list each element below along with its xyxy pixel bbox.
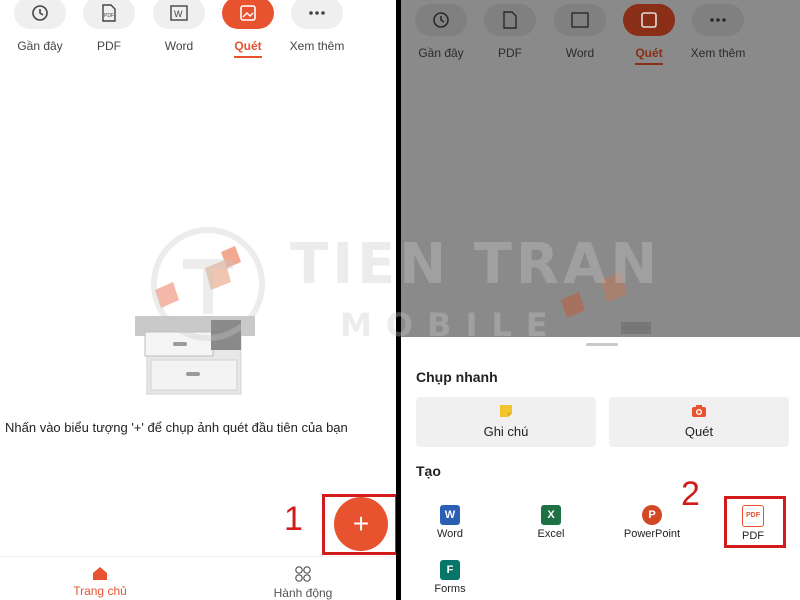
create-item-label: Forms — [434, 583, 466, 595]
word-icon: W — [153, 0, 205, 29]
tab-label: PDF — [97, 39, 121, 53]
quick-note-button[interactable]: Ghi chú — [416, 397, 596, 447]
annotation-step-2: 2 — [681, 475, 700, 513]
tab-label: Gần đây — [17, 39, 63, 53]
tab-label: PDF — [498, 46, 522, 60]
create-excel-item[interactable]: X Excel — [511, 505, 591, 540]
create-item-label: PowerPoint — [623, 528, 681, 540]
tab-label: Quét — [234, 39, 262, 53]
create-word-item[interactable]: W Word — [410, 505, 490, 540]
tab-scan[interactable]: Quét — [210, 0, 286, 58]
camera-icon — [692, 405, 706, 417]
nav-label: Hành động — [273, 586, 333, 600]
create-heading: Tạo — [416, 463, 441, 479]
tab-label: Xem thêm — [289, 39, 345, 53]
sticky-note-icon — [500, 405, 512, 417]
tab-pdf: PDF — [472, 4, 548, 60]
actions-icon — [295, 566, 311, 582]
tab-more: Xem thêm — [680, 4, 756, 60]
empty-state-message: Nhấn vào biểu tượng '+' để chụp ảnh quét… — [5, 420, 348, 435]
create-item-label: Excel — [537, 528, 565, 540]
quick-scan-button[interactable]: Quét — [609, 397, 789, 447]
quick-capture-heading: Chụp nhanh — [416, 369, 498, 385]
forms-app-icon: F — [440, 560, 460, 580]
tab-recent[interactable]: Gần đây — [2, 0, 78, 53]
svg-text:W: W — [174, 9, 183, 19]
sheet-drag-handle[interactable] — [586, 343, 618, 346]
top-tabs-dimmed: Gần đây PDF Word Quét Xem thêm — [401, 4, 800, 67]
tab-recent: Gần đây — [403, 4, 479, 60]
bottom-navigation: Trang chủ Hành động — [0, 556, 396, 600]
active-tab-indicator — [234, 56, 262, 58]
annotation-step-1: 1 — [284, 500, 303, 538]
excel-app-icon: X — [541, 505, 561, 525]
nav-label: Trang chủ — [73, 584, 127, 598]
scan-image-icon — [222, 0, 274, 29]
tab-label: Gần đây — [418, 46, 464, 60]
tab-label: Word — [164, 39, 194, 53]
tab-label: Xem thêm — [690, 46, 746, 60]
dimmed-background[interactable]: Gần đây PDF Word Quét Xem thêm — [401, 0, 800, 337]
powerpoint-app-icon: P — [642, 505, 662, 525]
tab-more[interactable]: Xem thêm — [279, 0, 355, 53]
tab-label: Quét — [635, 46, 663, 60]
quick-scan-label: Quét — [684, 424, 714, 439]
more-icon — [692, 4, 744, 36]
nav-home[interactable]: Trang chủ — [40, 565, 160, 598]
clock-icon — [14, 0, 66, 29]
tab-word: Word — [542, 4, 618, 60]
tab-pdf[interactable]: PDF PDF — [71, 0, 147, 53]
more-icon — [291, 0, 343, 29]
word-icon — [554, 4, 606, 36]
right-screen: Gần đây PDF Word Quét Xem thêm Chụp nhan… — [401, 0, 800, 600]
create-forms-item[interactable]: F Forms — [410, 560, 490, 595]
active-tab-indicator — [635, 63, 663, 65]
tab-scan: Quét — [611, 4, 687, 65]
nav-actions[interactable]: Hành động — [243, 565, 363, 600]
create-item-label: Word — [436, 528, 464, 540]
home-icon — [93, 567, 107, 580]
tab-label: Word — [565, 46, 595, 60]
empty-drawer-illustration — [135, 246, 255, 395]
left-screen: Gần đây PDF PDF W Word Quét Xem thêm Nhấ… — [0, 0, 396, 600]
create-powerpoint-item[interactable]: P PowerPoint — [612, 505, 692, 540]
create-bottom-sheet: Chụp nhanh Ghi chú Quét Tạo W Word X Exc… — [401, 337, 800, 600]
dimmed-illustration — [561, 272, 651, 334]
top-tabs: Gần đây PDF PDF W Word Quét Xem thêm — [0, 0, 396, 60]
svg-text:PDF: PDF — [104, 13, 114, 19]
word-app-icon: W — [440, 505, 460, 525]
annotation-box-2 — [724, 496, 786, 548]
pdf-icon: PDF — [83, 0, 135, 29]
pdf-icon — [484, 4, 536, 36]
annotation-box-1 — [322, 494, 396, 555]
clock-icon — [415, 4, 467, 36]
scan-image-icon — [623, 4, 675, 36]
tab-word[interactable]: W Word — [141, 0, 217, 53]
quick-note-label: Ghi chú — [483, 424, 529, 439]
